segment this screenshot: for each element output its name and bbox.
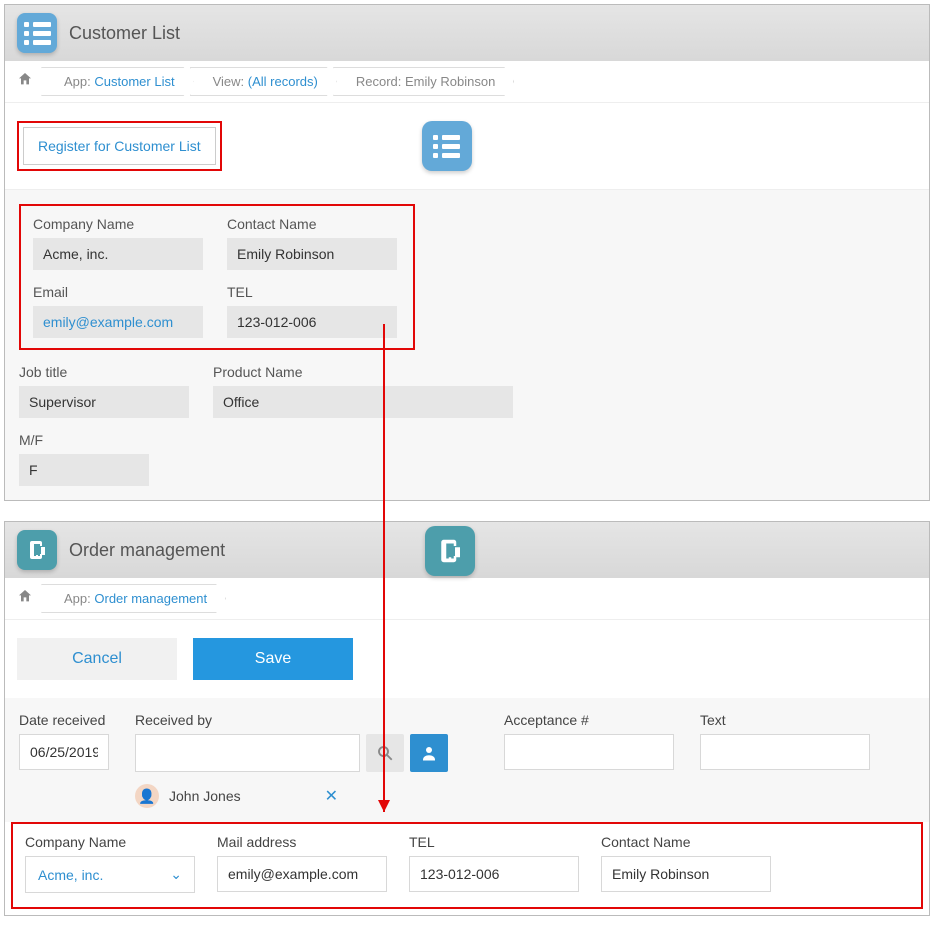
tel-value: 123-012-006	[227, 306, 397, 338]
date-received-input[interactable]	[19, 734, 109, 770]
chevron-down-icon: ⌄	[170, 866, 182, 883]
text-field: Text	[700, 712, 870, 770]
tel-field: TEL 123-012-006	[227, 284, 397, 338]
company-name-value: Acme, inc.	[33, 238, 203, 270]
date-received-label: Date received	[19, 712, 109, 728]
contact-name-field: Contact Name Emily Robinson	[227, 216, 397, 270]
person-picker-icon[interactable]	[410, 734, 448, 772]
mapped-contact-name-field: Contact Name	[601, 834, 771, 893]
phone-icon	[17, 530, 57, 570]
remove-person-icon[interactable]: ✕	[325, 786, 338, 806]
received-by-label: Received by	[135, 712, 448, 728]
customer-list-panel: Customer List App: Customer List View: (…	[4, 4, 930, 501]
order-header: Order management	[5, 522, 929, 578]
page-title: Customer List	[69, 23, 180, 44]
email-label: Email	[33, 284, 203, 300]
acceptance-field: Acceptance #	[504, 712, 674, 770]
list-icon	[17, 13, 57, 53]
breadcrumb-app[interactable]: App: Customer List	[41, 67, 194, 96]
home-icon[interactable]	[17, 71, 33, 92]
mapped-fields-highlight: Company Name Acme, inc. ⌄ Mail address T…	[11, 822, 923, 909]
received-by-field: Received by 👤 John Jones ✕	[135, 712, 448, 808]
company-name-label: Company Name	[33, 216, 203, 232]
company-name-lookup[interactable]: Acme, inc. ⌄	[25, 856, 195, 893]
register-button[interactable]: Register for Customer List	[23, 127, 216, 165]
cancel-button[interactable]: Cancel	[17, 638, 177, 680]
mf-label: M/F	[19, 432, 149, 448]
order-form: Date received Received by	[5, 698, 929, 822]
text-input[interactable]	[700, 734, 870, 770]
search-icon[interactable]	[366, 734, 404, 772]
order-breadcrumb: App: Order management	[5, 578, 929, 620]
customer-header: Customer List	[5, 5, 929, 61]
customer-form: Company Name Acme, inc. Contact Name Emi…	[5, 190, 929, 500]
mapped-tel-field: TEL	[409, 834, 579, 893]
breadcrumb-view[interactable]: View: (All records)	[190, 67, 337, 96]
home-icon[interactable]	[17, 588, 33, 609]
job-title-label: Job title	[19, 364, 189, 380]
job-title-field: Job title Supervisor	[19, 364, 189, 418]
product-name-value: Office	[213, 386, 513, 418]
avatar-icon: 👤	[135, 784, 159, 808]
order-panel: Order management App: Order management C…	[4, 521, 930, 916]
mail-input[interactable]	[217, 856, 387, 892]
mf-field: M/F F	[19, 432, 149, 486]
mapped-mail-field: Mail address	[217, 834, 387, 893]
save-button[interactable]: Save	[193, 638, 353, 680]
order-title: Order management	[69, 540, 225, 561]
breadcrumb: App: Customer List View: (All records) R…	[5, 61, 929, 103]
contact-name-value: Emily Robinson	[227, 238, 397, 270]
breadcrumb-record: Record: Emily Robinson	[333, 67, 514, 96]
received-by-input[interactable]	[135, 734, 360, 772]
mf-value: F	[19, 454, 149, 486]
email-field: Email emily@example.com	[33, 284, 203, 338]
tel-input[interactable]	[409, 856, 579, 892]
mapped-company-name-label: Company Name	[25, 834, 195, 850]
email-value[interactable]: emily@example.com	[33, 306, 203, 338]
date-received-field: Date received	[19, 712, 109, 770]
contact-name-input[interactable]	[601, 856, 771, 892]
register-highlight: Register for Customer List	[17, 121, 222, 171]
text-label: Text	[700, 712, 870, 728]
source-fields-highlight: Company Name Acme, inc. Contact Name Emi…	[19, 204, 415, 350]
action-buttons: Cancel Save	[5, 620, 929, 698]
product-name-field: Product Name Office	[213, 364, 513, 418]
received-by-name: John Jones	[169, 788, 241, 804]
job-title-value: Supervisor	[19, 386, 189, 418]
product-name-label: Product Name	[213, 364, 513, 380]
received-by-chip: 👤 John Jones ✕	[135, 778, 448, 808]
mapped-company-name-field: Company Name Acme, inc. ⌄	[25, 834, 195, 893]
phone-icon-large	[425, 526, 475, 576]
tel-label: TEL	[227, 284, 397, 300]
company-name-field: Company Name Acme, inc.	[33, 216, 203, 270]
acceptance-label: Acceptance #	[504, 712, 674, 728]
contact-name-label: Contact Name	[227, 216, 397, 232]
acceptance-input[interactable]	[504, 734, 674, 770]
toolbar: Register for Customer List	[5, 103, 929, 190]
mapped-mail-label: Mail address	[217, 834, 387, 850]
mapped-contact-name-label: Contact Name	[601, 834, 771, 850]
list-icon-large	[422, 121, 472, 171]
mapped-tel-label: TEL	[409, 834, 579, 850]
breadcrumb-app[interactable]: App: Order management	[41, 584, 226, 613]
